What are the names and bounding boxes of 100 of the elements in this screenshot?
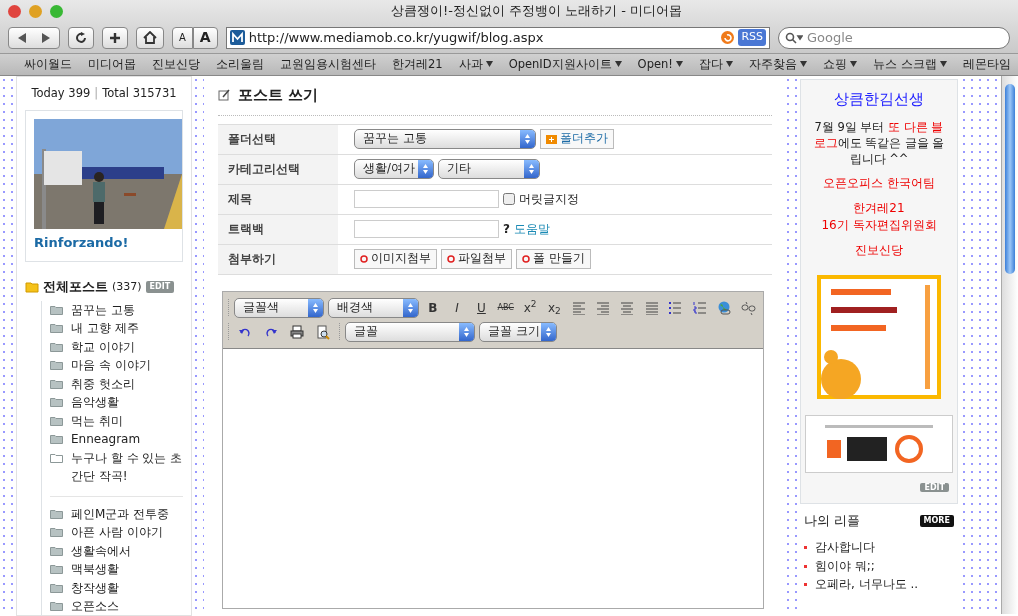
- sidebar-link[interactable]: 오픈오피스 한국어팀: [809, 174, 949, 192]
- stepper-icon: [528, 163, 535, 175]
- category-title[interactable]: 전체포스트: [43, 277, 108, 297]
- caret-icon: [725, 61, 733, 68]
- plus-icon: [109, 31, 121, 44]
- category-link[interactable]: 학교 이야기: [71, 337, 135, 356]
- dropdown[interactable]: 기타: [438, 159, 540, 179]
- attach-button[interactable]: 폴 만들기: [516, 249, 591, 269]
- bullet-icon: [804, 546, 807, 550]
- bookmark-item[interactable]: 한겨레21: [392, 55, 443, 74]
- category-link[interactable]: 취중 헛소리: [71, 374, 135, 393]
- pencil-icon: [218, 89, 230, 102]
- home-button[interactable]: [136, 26, 164, 49]
- text-bigger-button[interactable]: A: [192, 26, 218, 49]
- back-forward-button[interactable]: [8, 26, 60, 49]
- dropdown[interactable]: 배경색: [328, 297, 419, 318]
- bookmark-item[interactable]: 사과: [458, 55, 493, 74]
- more-button[interactable]: MORE: [919, 514, 954, 527]
- bookmark-item[interactable]: Open!: [637, 55, 683, 74]
- snapback-icon[interactable]: [721, 31, 735, 44]
- stepper-icon: [312, 301, 320, 314]
- reply-link[interactable]: 힘이야 뭐;;: [815, 556, 875, 576]
- category-link[interactable]: 페인M군과 전투중: [71, 504, 170, 523]
- category-link[interactable]: Enneagram: [71, 430, 141, 449]
- dropdown[interactable]: 글꼴 크기: [479, 321, 557, 342]
- input-field[interactable]: [354, 190, 499, 208]
- checkbox[interactable]: [503, 193, 515, 205]
- arrows-icon: [16, 31, 52, 44]
- category-link[interactable]: 먹는 취미: [71, 411, 123, 430]
- reply-link[interactable]: 오페라, 너무나도 ..: [815, 575, 919, 594]
- blog-title[interactable]: 상큼한김선생: [809, 88, 949, 111]
- dropdown[interactable]: 글꼴: [345, 321, 475, 342]
- bold-button[interactable]: B: [422, 298, 443, 317]
- caret-icon: [799, 61, 807, 68]
- bookmark-item[interactable]: OpenID지원사이트: [508, 55, 622, 74]
- subscript-button[interactable]: x$_{2}$: [544, 298, 565, 317]
- attach-button[interactable]: 이미지첨부: [354, 249, 437, 269]
- bookmark-item[interactable]: 뉴스 스크랩: [872, 55, 947, 74]
- bookmark-item[interactable]: 싸이월드: [24, 55, 72, 74]
- italic-button[interactable]: I: [446, 298, 468, 317]
- caret-icon: [675, 61, 683, 68]
- bookmark-item[interactable]: 잡다: [698, 55, 733, 74]
- field-label: 트랙백: [218, 214, 338, 244]
- circle-icon: [522, 255, 530, 263]
- strikethrough-button[interactable]: ABC: [495, 301, 516, 314]
- visitor-counter: Today 399: [31, 85, 91, 102]
- input-field[interactable]: [354, 220, 499, 238]
- stepper-icon: [463, 325, 470, 338]
- stepper-icon: [545, 325, 552, 338]
- category-link[interactable]: 생활속에서: [71, 541, 131, 560]
- bookmark-item[interactable]: 교원임용시험센타: [280, 55, 376, 74]
- zoom-icon[interactable]: [50, 4, 63, 18]
- grip-icon: [227, 322, 230, 341]
- dropdown[interactable]: 꿈꾸는 고통: [354, 129, 536, 149]
- category-link[interactable]: 꿈꾸는 고통: [71, 300, 135, 319]
- category-link[interactable]: 음악생활: [71, 393, 119, 412]
- reply-link[interactable]: 감사합니다: [815, 538, 875, 557]
- category-link[interactable]: 누구나 할 수 있는 초 간단 작곡!: [71, 448, 183, 486]
- reload-icon: [75, 31, 87, 44]
- folder-plus-icon: [546, 134, 557, 144]
- profile-name[interactable]: Rinforzando!: [34, 233, 174, 253]
- site-icon: [229, 30, 245, 45]
- category-link[interactable]: 맥북생활: [71, 560, 119, 579]
- field-label: 폴더선택: [218, 124, 338, 154]
- reload-button[interactable]: [68, 26, 94, 49]
- category-link[interactable]: 마음 속 이야기: [71, 356, 151, 375]
- sidebar-link[interactable]: 진보신당: [809, 241, 949, 259]
- bookmark-item[interactable]: 쇼핑: [822, 55, 857, 74]
- close-icon[interactable]: [8, 4, 21, 18]
- bookmark-item[interactable]: 미디어몹: [88, 55, 136, 74]
- circle-icon: [447, 255, 455, 263]
- grip-icon: [227, 298, 230, 317]
- bookmark-item[interactable]: 소리울림: [216, 55, 264, 74]
- caret-icon: [614, 61, 622, 68]
- category-link[interactable]: 아픈 사람 이야기: [71, 523, 163, 542]
- scrollbar[interactable]: [1001, 76, 1018, 614]
- search-field[interactable]: Google: [778, 26, 1010, 49]
- superscript-button[interactable]: x$^{2}$: [519, 298, 541, 317]
- underline-button[interactable]: U: [471, 298, 492, 317]
- sidebar-link[interactable]: 한겨레21 16기 독자편집위원회: [809, 199, 949, 234]
- minimize-icon[interactable]: [29, 4, 42, 18]
- home-icon: [143, 31, 157, 44]
- window-title: 상큼쟁이!-정신없이 주정뱅이 노래하기 - 미디어몹: [390, 2, 683, 21]
- text-smaller-button[interactable]: A: [172, 26, 193, 49]
- category-link[interactable]: 내 고향 제주: [71, 319, 139, 338]
- attach-button[interactable]: 파일첨부: [441, 249, 512, 269]
- dropdown[interactable]: 글꼴색: [234, 297, 325, 318]
- category-link[interactable]: 창작생활: [71, 578, 119, 597]
- rss-button[interactable]: RSS: [738, 29, 766, 46]
- bookmark-item[interactable]: 진보신당: [152, 55, 200, 74]
- bookmark-item[interactable]: 레몬타임: [962, 55, 1011, 74]
- help-link[interactable]: 도움말: [513, 220, 550, 238]
- add-folder-button[interactable]: 폴더추가: [540, 129, 614, 149]
- category-link[interactable]: 오픈소스: [71, 597, 119, 616]
- add-bookmark-button[interactable]: [102, 26, 128, 49]
- address-field[interactable]: http://www.mediamob.co.kr/yugwif/blog.aspx RSS: [225, 26, 770, 49]
- circle-icon: [360, 255, 368, 263]
- page-title: 포스트 쓰기: [238, 85, 319, 106]
- dropdown[interactable]: 생활/여가: [354, 159, 434, 179]
- bookmark-item[interactable]: 자주찾음: [748, 55, 807, 74]
